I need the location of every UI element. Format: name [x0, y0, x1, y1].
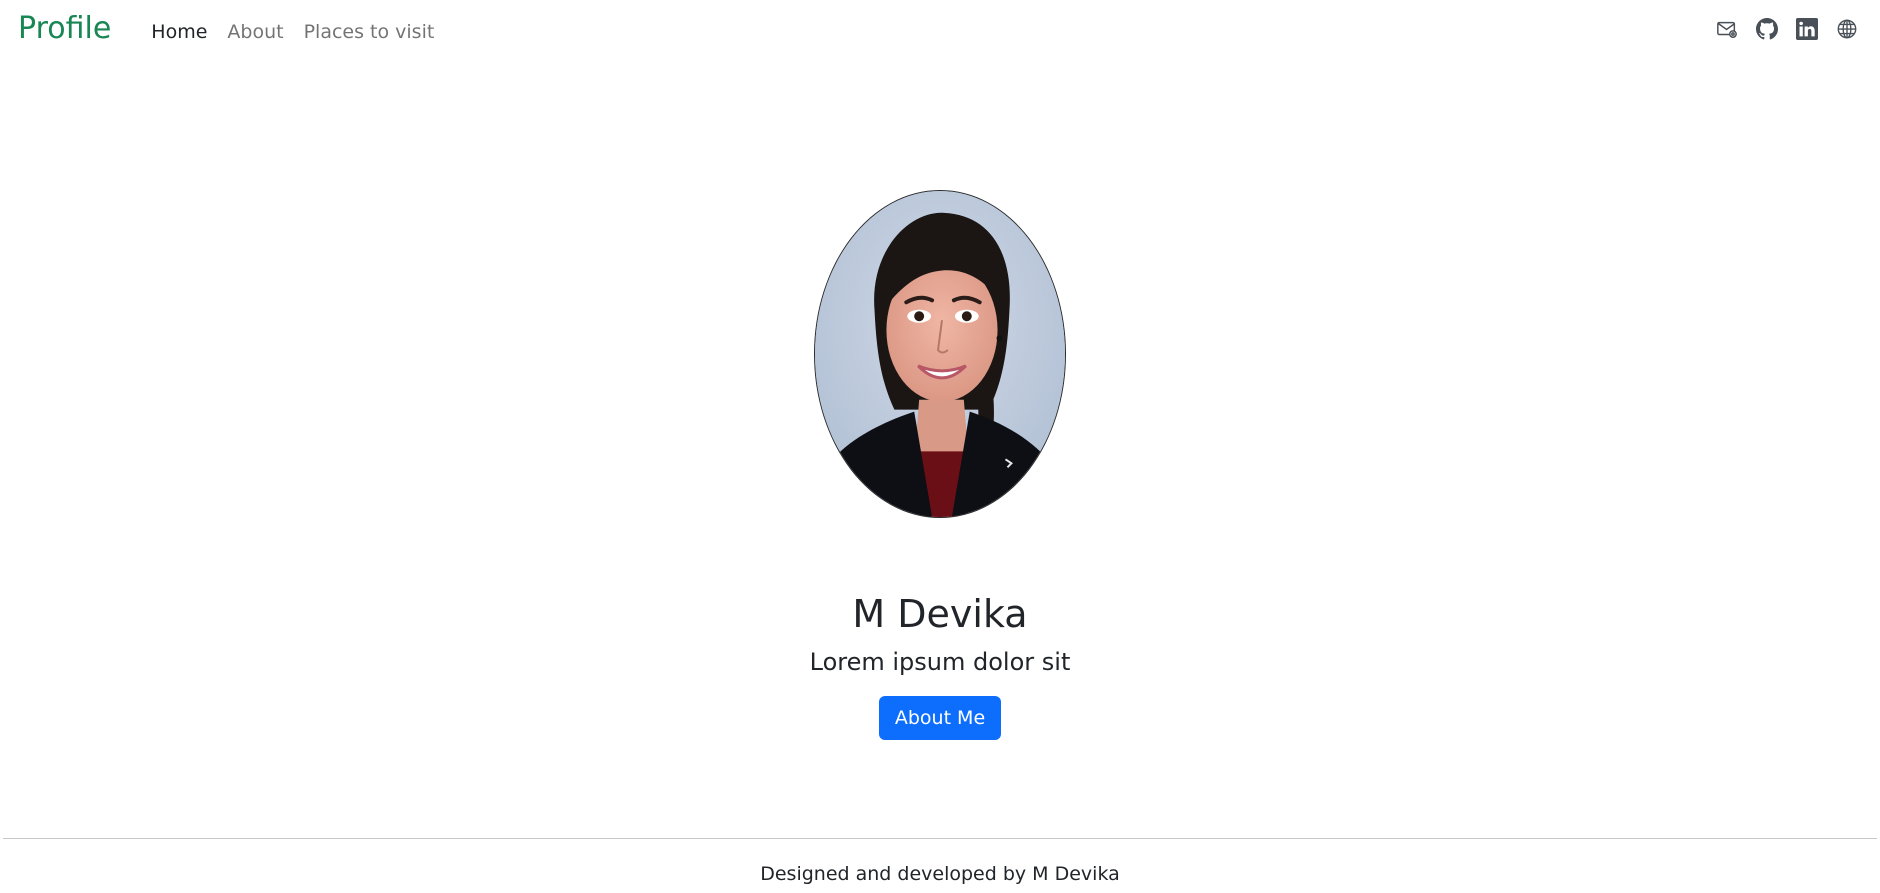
- github-icon[interactable]: [1756, 18, 1778, 40]
- nav-link-about[interactable]: About: [217, 13, 293, 51]
- footer-credit: Designed and developed by M Devika: [760, 863, 1120, 885]
- navbar: Profile Home About Places to visit: [0, 0, 1880, 64]
- profile-photo: [814, 190, 1066, 518]
- about-me-button[interactable]: About Me: [878, 696, 1002, 741]
- profile-tagline: Lorem ipsum dolor sit: [809, 647, 1071, 676]
- linkedin-icon[interactable]: [1796, 18, 1818, 40]
- envelope-at-icon[interactable]: [1716, 18, 1738, 40]
- social-icons: [1716, 18, 1858, 40]
- nav-link-places-to-visit[interactable]: Places to visit: [294, 13, 445, 51]
- nav-links: Home About Places to visit: [141, 13, 444, 51]
- footer: Designed and developed by M Devika: [3, 838, 1877, 885]
- nav-link-home[interactable]: Home: [141, 13, 217, 51]
- profile-name: M Devika: [852, 592, 1028, 636]
- brand-logo[interactable]: Profile: [18, 14, 111, 44]
- hero-section: M Devika Lorem ipsum dolor sit About Me: [0, 190, 1880, 741]
- globe-icon[interactable]: [1836, 18, 1858, 40]
